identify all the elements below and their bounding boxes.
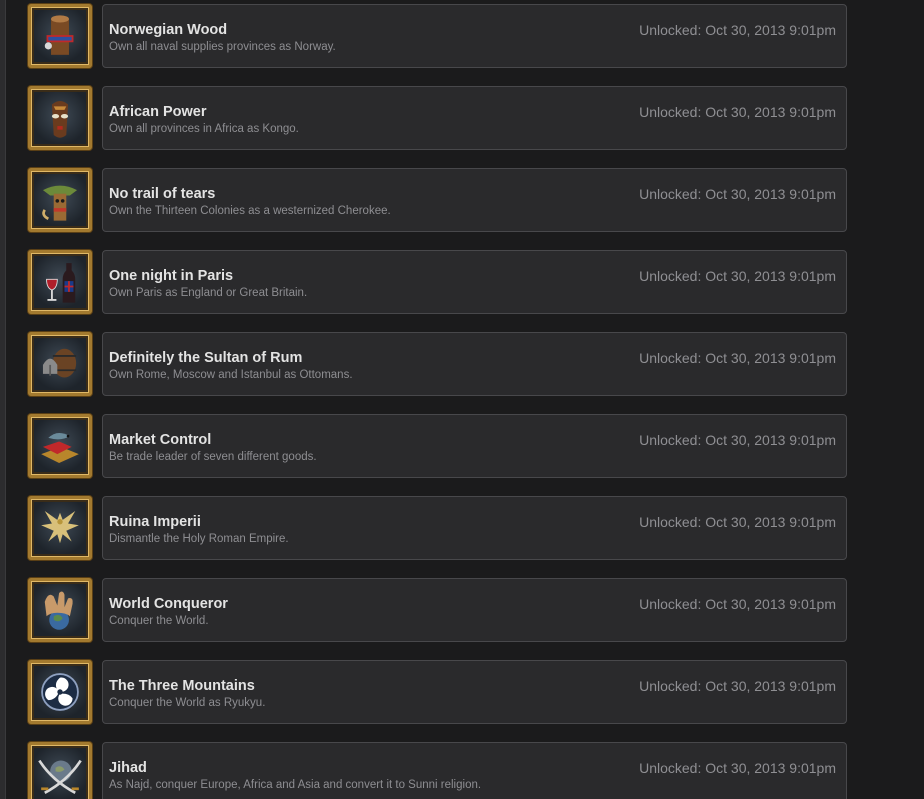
achievement-card: One night in Paris Own Paris as England o… xyxy=(102,250,847,314)
achievement-row: Definitely the Sultan of Rum Own Rome, Mo… xyxy=(0,332,924,400)
trade-goods-icon xyxy=(34,420,86,472)
achievement-badge xyxy=(28,250,92,314)
totem-icon xyxy=(34,174,86,226)
achievement-card: No trail of tears Own the Thirteen Coloni… xyxy=(102,168,847,232)
achievement-title: Ruina Imperii xyxy=(109,514,201,530)
achievement-badge xyxy=(28,742,92,799)
achievement-description: Own Rome, Moscow and Istanbul as Ottoman… xyxy=(109,369,353,381)
achievement-description: Conquer the World as Ryukyu. xyxy=(109,697,266,709)
unlocked-date: Unlocked: Oct 30, 2013 9:01pm xyxy=(639,350,836,366)
achievement-card: Definitely the Sultan of Rum Own Rome, Mo… xyxy=(102,332,847,396)
achievement-title: Definitely the Sultan of Rum xyxy=(109,350,303,366)
achievement-description: Own all naval supplies provinces as Norw… xyxy=(109,41,336,53)
achievement-row: Jihad As Najd, conquer Europe, Africa and… xyxy=(0,742,924,799)
achievement-row: Ruina Imperii Dismantle the Holy Roman Em… xyxy=(0,496,924,564)
achievement-row: No trail of tears Own the Thirteen Coloni… xyxy=(0,168,924,236)
eagle-icon xyxy=(34,502,86,554)
achievement-title: Norwegian Wood xyxy=(109,22,228,38)
unlocked-date: Unlocked: Oct 30, 2013 9:01pm xyxy=(639,268,836,284)
barrel-helmet-icon xyxy=(34,338,86,390)
achievement-badge xyxy=(28,168,92,232)
norwegian-wood-icon xyxy=(34,10,86,62)
achievement-description: Own the Thirteen Colonies as a westerniz… xyxy=(109,205,391,217)
tomoe-icon xyxy=(34,666,86,718)
achievement-title: No trail of tears xyxy=(109,186,216,202)
achievements-page: Norwegian Wood Own all naval supplies pro… xyxy=(0,0,924,799)
unlocked-date: Unlocked: Oct 30, 2013 9:01pm xyxy=(639,596,836,612)
achievement-description: As Najd, conquer Europe, Africa and Asia… xyxy=(109,779,482,791)
achievement-title: World Conqueror xyxy=(109,596,228,612)
achievement-row: One night in Paris Own Paris as England o… xyxy=(0,250,924,318)
achievement-row: The Three Mountains Conquer the World as … xyxy=(0,660,924,728)
unlocked-date: Unlocked: Oct 30, 2013 9:01pm xyxy=(639,760,836,776)
achievement-row: Norwegian Wood Own all naval supplies pro… xyxy=(0,4,924,72)
achievement-row: World Conqueror Conquer the World. Unlocke… xyxy=(0,578,924,646)
unlocked-date: Unlocked: Oct 30, 2013 9:01pm xyxy=(639,104,836,120)
achievement-title: One night in Paris xyxy=(109,268,234,284)
achievement-title: The Three Mountains xyxy=(109,678,255,694)
achievement-description: Be trade leader of seven different goods… xyxy=(109,451,317,463)
unlocked-date: Unlocked: Oct 30, 2013 9:01pm xyxy=(639,432,836,448)
achievement-title: Jihad xyxy=(109,760,147,776)
wine-bottle-icon xyxy=(34,256,86,308)
achievement-description: Own all provinces in Africa as Kongo. xyxy=(109,123,299,135)
achievement-badge xyxy=(28,332,92,396)
achievement-card: African Power Own all provinces in Africa… xyxy=(102,86,847,150)
achievement-badge xyxy=(28,4,92,68)
achievement-badge xyxy=(28,414,92,478)
achievement-title: Market Control xyxy=(109,432,212,448)
african-mask-icon xyxy=(34,92,86,144)
achievement-description: Conquer the World. xyxy=(109,615,209,627)
achievement-badge xyxy=(28,496,92,560)
achievement-card: Market Control Be trade leader of seven d… xyxy=(102,414,847,478)
achievement-card: Norwegian Wood Own all naval supplies pro… xyxy=(102,4,847,68)
achievement-description: Dismantle the Holy Roman Empire. xyxy=(109,533,289,545)
achievement-card: World Conqueror Conquer the World. Unlocke… xyxy=(102,578,847,642)
crossed-swords-globe-icon xyxy=(34,748,86,799)
achievement-badge xyxy=(28,578,92,642)
achievement-card: The Three Mountains Conquer the World as … xyxy=(102,660,847,724)
unlocked-date: Unlocked: Oct 30, 2013 9:01pm xyxy=(639,186,836,202)
achievement-title: African Power xyxy=(109,104,207,120)
unlocked-date: Unlocked: Oct 30, 2013 9:01pm xyxy=(639,22,836,38)
achievement-description: Own Paris as England or Great Britain. xyxy=(109,287,308,299)
achievement-card: Jihad As Najd, conquer Europe, Africa and… xyxy=(102,742,847,799)
hand-globe-icon xyxy=(34,584,86,636)
achievement-badge xyxy=(28,660,92,724)
achievement-row: Market Control Be trade leader of seven d… xyxy=(0,414,924,482)
unlocked-date: Unlocked: Oct 30, 2013 9:01pm xyxy=(639,678,836,694)
achievement-badge xyxy=(28,86,92,150)
unlocked-date: Unlocked: Oct 30, 2013 9:01pm xyxy=(639,514,836,530)
achievement-row: African Power Own all provinces in Africa… xyxy=(0,86,924,154)
achievement-card: Ruina Imperii Dismantle the Holy Roman Em… xyxy=(102,496,847,560)
